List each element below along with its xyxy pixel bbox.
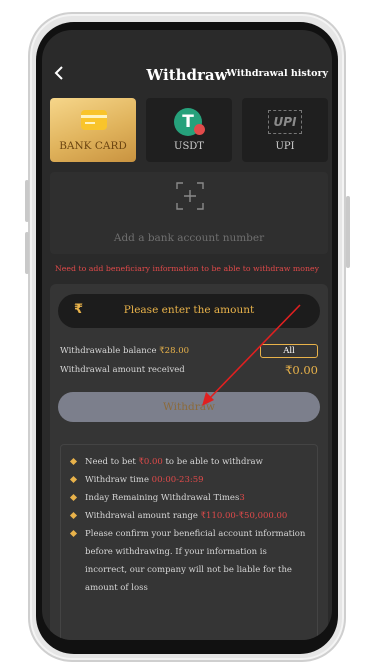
balance-row: Withdrawable balance ₹28.00 All [60, 344, 318, 360]
withdraw-button[interactable]: Withdraw [58, 392, 320, 422]
list-item: Please confirm your beneficial account i… [69, 525, 309, 597]
list-item: Inday Remaining Withdrawal Times3 [69, 489, 309, 507]
balance-label: Withdrawable balance ₹28.00 [60, 346, 190, 356]
bank-card-icon [81, 110, 107, 130]
withdraw-method-tabs: BANK CARD T USDT UPI UPI [50, 98, 328, 162]
list-item: Need to bet ₹0.00 to be able to withdraw [69, 453, 309, 471]
tab-label: USDT [174, 141, 204, 152]
all-button[interactable]: All [260, 344, 318, 358]
beneficiary-warning: Need to add beneficiary information to b… [54, 264, 320, 273]
received-row: Withdrawal amount received ₹0.00 [60, 362, 318, 380]
diamond-bullet-icon [69, 529, 78, 538]
amount-input[interactable]: ₹ Please enter the amount [58, 294, 320, 328]
diamond-bullet-icon [69, 475, 78, 484]
add-bank-label: Add a bank account number [113, 232, 265, 244]
app-screen: Withdraw Withdrawal history BANK CARD T … [42, 30, 332, 640]
diamond-bullet-icon [69, 457, 78, 466]
received-value: ₹0.00 [285, 363, 318, 377]
tab-upi[interactable]: UPI UPI [242, 98, 328, 162]
tab-usdt[interactable]: T USDT [146, 98, 232, 162]
phone-side-button [25, 232, 29, 274]
phone-side-button [25, 180, 29, 222]
received-label: Withdrawal amount received [60, 365, 185, 375]
tab-label: BANK CARD [59, 140, 127, 152]
tab-bank-card[interactable]: BANK CARD [50, 98, 136, 162]
rules-list: Need to bet ₹0.00 to be able to withdraw… [60, 444, 318, 640]
list-item: Withdrawal amount range ₹110.00-₹50,000.… [69, 507, 309, 525]
balance-value: ₹28.00 [159, 346, 190, 356]
diamond-bullet-icon [69, 511, 78, 520]
header: Withdraw Withdrawal history [42, 60, 332, 92]
phone-side-button [346, 196, 350, 268]
usdt-badge-icon [194, 124, 205, 135]
diamond-bullet-icon [69, 493, 78, 502]
add-bank-account-button[interactable]: Add a bank account number [50, 172, 328, 254]
amount-placeholder: Please enter the amount [123, 304, 255, 316]
tab-label: UPI [275, 141, 295, 152]
withdraw-panel: ₹ Please enter the amount Withdrawable b… [50, 284, 328, 640]
list-item: Withdraw time 00:00-23:59 [69, 471, 309, 489]
add-plus-icon [176, 182, 204, 210]
withdrawal-history-link[interactable]: Withdrawal history [226, 68, 328, 79]
upi-icon: UPI [268, 110, 302, 134]
